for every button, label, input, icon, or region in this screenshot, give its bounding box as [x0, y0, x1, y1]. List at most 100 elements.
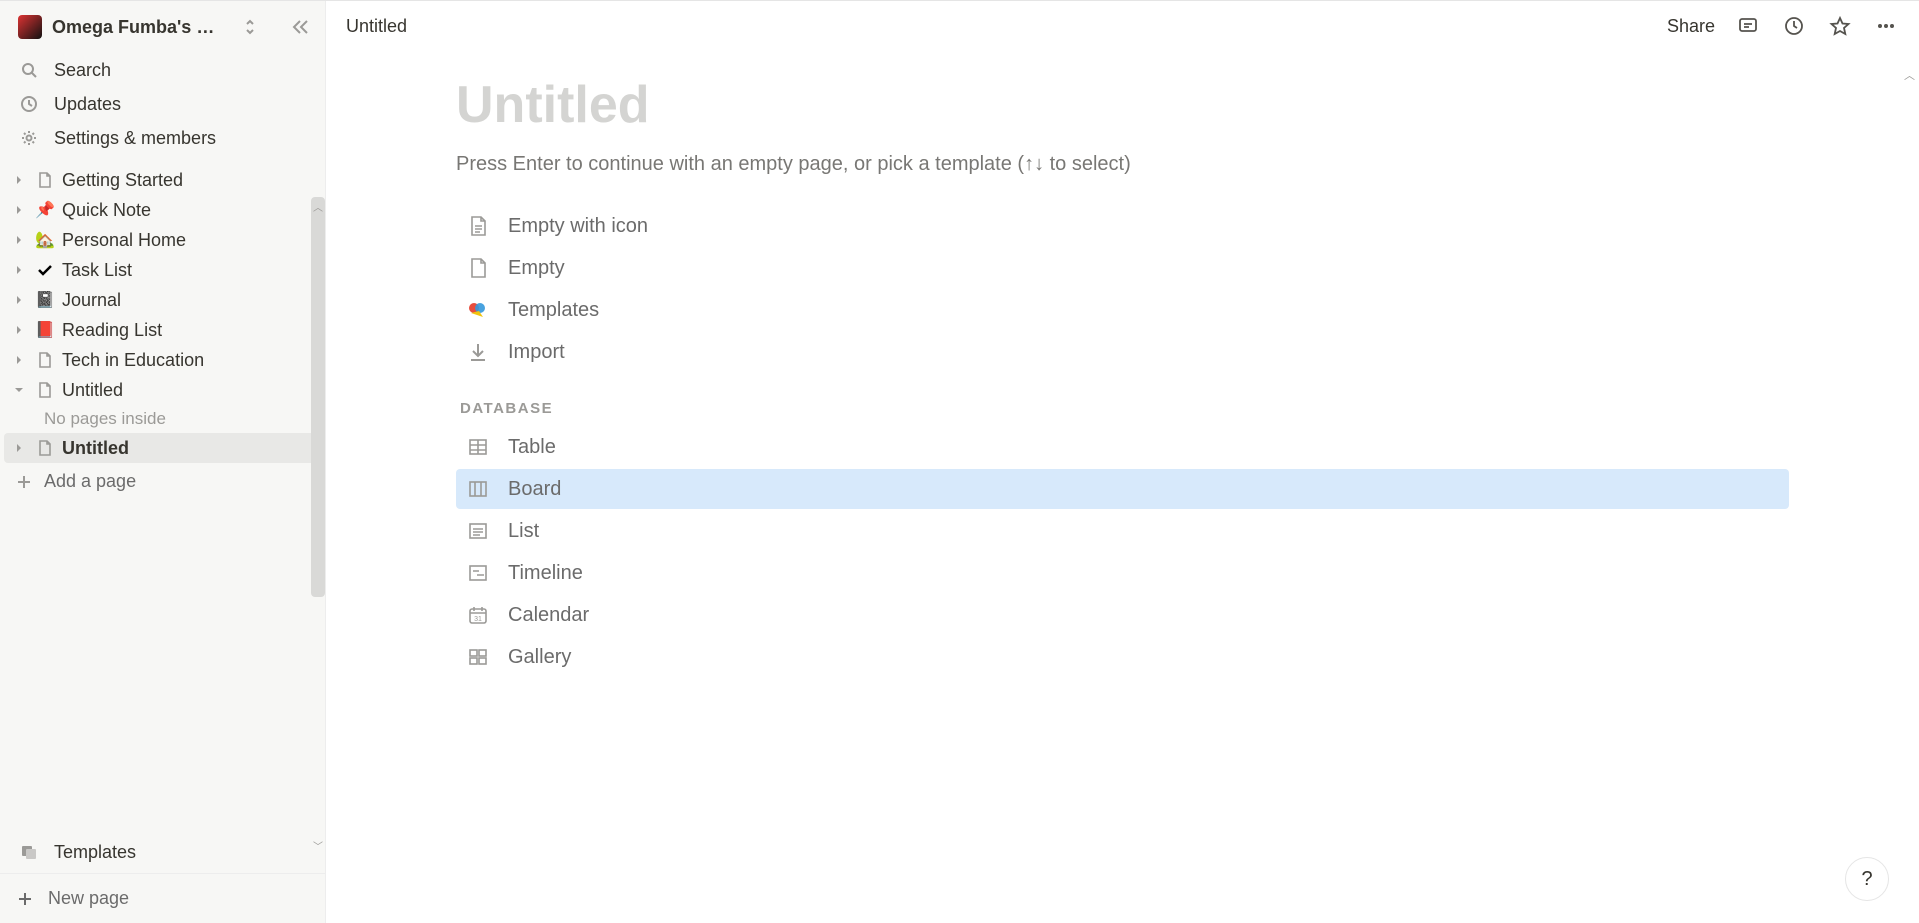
template-gallery[interactable]: Gallery — [456, 637, 1789, 677]
template-label: Import — [508, 341, 565, 364]
templates-icon — [18, 841, 40, 863]
sidebar-scrollbar[interactable] — [311, 197, 325, 597]
chevron-right-icon[interactable] — [10, 351, 28, 369]
basic-templates-list: Empty with icon Empty Templates Import — [456, 206, 1789, 372]
new-page-button[interactable]: New page — [0, 874, 325, 923]
page-label: Quick Note — [62, 200, 151, 221]
database-heading: DATABASE — [460, 400, 1789, 417]
template-templates[interactable]: Templates — [456, 290, 1789, 330]
page-label: Tech in Education — [62, 350, 204, 371]
topbar: Untitled Share — [326, 1, 1919, 51]
main: Untitled Share Untitled Press Enter to — [326, 1, 1919, 923]
sidebar-page-untitled[interactable]: Untitled — [4, 433, 321, 463]
search-icon — [18, 59, 40, 81]
chevron-right-icon[interactable] — [10, 201, 28, 219]
scroll-down-icon: ﹀ — [313, 838, 323, 853]
templates-row[interactable]: Templates — [8, 835, 317, 869]
list-icon — [466, 519, 490, 543]
clock-icon — [18, 93, 40, 115]
gear-icon — [18, 127, 40, 149]
template-calendar[interactable]: 31Calendar — [456, 595, 1789, 635]
template-label: Timeline — [508, 562, 583, 585]
updates-row[interactable]: Updates — [8, 87, 317, 121]
chevron-right-icon[interactable] — [10, 321, 28, 339]
table-icon — [466, 435, 490, 459]
sidebar-page-untitled[interactable]: Untitled — [4, 375, 321, 405]
search-label: Search — [54, 60, 111, 81]
page-label: Untitled — [62, 380, 123, 401]
page-label: Getting Started — [62, 170, 183, 191]
page-icon — [34, 259, 56, 281]
add-page-button[interactable]: Add a page — [4, 463, 321, 500]
page-label: Reading List — [62, 320, 162, 341]
share-button[interactable]: Share — [1667, 16, 1715, 37]
chevron-right-icon[interactable] — [10, 261, 28, 279]
sidebar-footer: New page — [0, 873, 325, 923]
page-icon — [34, 437, 56, 459]
sidebar-page-quick-note[interactable]: 📌 Quick Note — [4, 195, 321, 225]
board-icon — [466, 477, 490, 501]
page-title-input[interactable]: Untitled — [456, 75, 1789, 135]
more-icon[interactable] — [1873, 13, 1899, 39]
plus-icon — [16, 890, 34, 908]
settings-label: Settings & members — [54, 128, 216, 149]
sidebar-page-journal[interactable]: 📓 Journal — [4, 285, 321, 315]
sidebar-page-reading-list[interactable]: 📕 Reading List — [4, 315, 321, 345]
template-board[interactable]: Board — [456, 469, 1789, 509]
page-icon — [34, 169, 56, 191]
page-icon — [34, 379, 56, 401]
comments-icon[interactable] — [1735, 13, 1761, 39]
page-icon — [34, 349, 56, 371]
chevron-right-icon[interactable] — [10, 231, 28, 249]
sidebar-utilities: Search Updates Settings & members — [0, 49, 325, 159]
sidebar-page-task-list[interactable]: Task List — [4, 255, 321, 285]
template-empty[interactable]: Empty — [456, 248, 1789, 288]
template-label: Table — [508, 436, 556, 459]
breadcrumb[interactable]: Untitled — [346, 16, 1653, 37]
page-blank-icon — [466, 256, 490, 280]
sidebar-bottom-utils: Templates — [0, 835, 325, 873]
page-icon: 📌 — [34, 199, 56, 221]
sidebar-page-personal-home[interactable]: 🏡Personal Home — [4, 225, 321, 255]
chevron-right-icon[interactable] — [10, 171, 28, 189]
topbar-actions: Share — [1667, 13, 1899, 39]
search-row[interactable]: Search — [8, 53, 317, 87]
templates-label: Templates — [54, 842, 136, 863]
database-templates-list: Table BoardList Timeline 31CalendarGallery — [456, 427, 1789, 677]
page-icon: 📕 — [34, 319, 56, 341]
page-label: Personal Home — [62, 230, 186, 251]
app-root: Omega Fumba's … Search Updates — [0, 0, 1919, 923]
page-icon: 📓 — [34, 289, 56, 311]
sidebar-page-getting-started[interactable]: Getting Started — [4, 165, 321, 195]
no-pages-inside: No pages inside — [4, 405, 321, 433]
favorite-icon[interactable] — [1827, 13, 1853, 39]
content-area: Untitled Press Enter to continue with an… — [326, 51, 1919, 923]
template-label: Calendar — [508, 604, 589, 627]
updates-label: Updates — [54, 94, 121, 115]
collapse-sidebar-icon[interactable] — [289, 16, 311, 38]
template-empty-with-icon[interactable]: Empty with icon — [456, 206, 1789, 246]
history-icon[interactable] — [1781, 13, 1807, 39]
chevron-right-icon[interactable] — [10, 439, 28, 457]
template-label: Templates — [508, 299, 599, 322]
sidebar-header: Omega Fumba's … — [0, 1, 325, 49]
workspace-name[interactable]: Omega Fumba's … — [52, 17, 231, 38]
settings-row[interactable]: Settings & members — [8, 121, 317, 155]
page-label: Journal — [62, 290, 121, 311]
page-label: Untitled — [62, 438, 129, 459]
scroll-up-icon: ︿ — [313, 199, 323, 214]
page-label: Task List — [62, 260, 132, 281]
sidebar-page-tech-in-education[interactable]: Tech in Education — [4, 345, 321, 375]
workspace-switch-icon[interactable] — [241, 18, 259, 36]
template-import[interactable]: Import — [456, 332, 1789, 372]
content-scroll-up-icon: ︿ — [1904, 67, 1915, 83]
template-label: Empty — [508, 257, 565, 280]
page-hint: Press Enter to continue with an empty pa… — [456, 153, 1789, 176]
page-lines-icon — [466, 214, 490, 238]
chevron-down-icon[interactable] — [10, 381, 28, 399]
chevron-right-icon[interactable] — [10, 291, 28, 309]
help-button[interactable]: ? — [1845, 857, 1889, 901]
template-timeline[interactable]: Timeline — [456, 553, 1789, 593]
template-table[interactable]: Table — [456, 427, 1789, 467]
template-list[interactable]: List — [456, 511, 1789, 551]
